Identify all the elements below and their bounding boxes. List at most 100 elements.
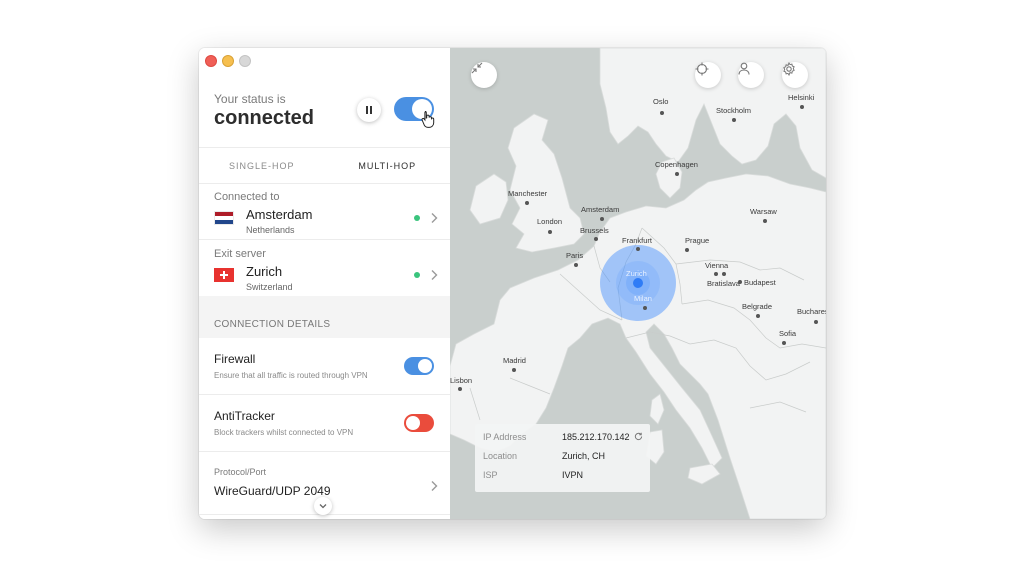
city-dot-frankfurt[interactable] xyxy=(636,247,640,251)
city-dot-budapest[interactable] xyxy=(738,280,742,284)
city-label-warsaw: Warsaw xyxy=(750,207,777,216)
server-status-dot xyxy=(414,272,420,278)
location-value: Zurich, CH xyxy=(562,451,606,461)
firewall-title: Firewall xyxy=(214,352,256,366)
city-dot-sofia[interactable] xyxy=(782,341,786,345)
city-dot-amsterdam[interactable] xyxy=(600,217,604,221)
city-label-oslo: Oslo xyxy=(653,97,669,106)
chevron-right-icon xyxy=(431,481,438,491)
city-label-bucharest: Bucharest xyxy=(797,307,826,316)
protocol-value: WireGuard/UDP 2049 xyxy=(214,484,331,498)
city-dot-brussels[interactable] xyxy=(594,237,598,241)
city-dot-bratislava[interactable] xyxy=(722,272,726,276)
city-dot-milan[interactable] xyxy=(643,306,647,310)
status-label: Your status is xyxy=(214,92,286,106)
city-label-belgrade: Belgrade xyxy=(742,302,773,311)
hop-tabs: SINGLE-HOP MULTI-HOP xyxy=(199,147,450,184)
city-label-zurich: Zurich xyxy=(626,269,647,278)
toggle-knob xyxy=(406,416,420,430)
map-view[interactable]: Oslo Stockholm Helsinki Copenhagen Manch… xyxy=(450,48,826,519)
exit-server-row[interactable]: Exit server Zurich Switzerland xyxy=(199,240,450,297)
pointer-hand-icon xyxy=(421,111,435,128)
antitracker-description: Block trackers whilst connected to VPN xyxy=(214,428,354,437)
exit-server-label: Exit server xyxy=(214,248,266,260)
ip-address-value: 185.212.170.142 xyxy=(562,432,630,442)
city-dot-warsaw[interactable] xyxy=(763,219,767,223)
center-location-button[interactable] xyxy=(695,62,721,88)
city-label-manchester: Manchester xyxy=(508,189,548,198)
switzerland-flag-icon xyxy=(214,268,234,282)
status-block: Your status is connected xyxy=(214,92,314,130)
chevron-right-icon xyxy=(431,213,438,223)
isp-label: ISP xyxy=(483,470,498,480)
chevron-down-icon xyxy=(319,504,327,509)
collapse-arrows-icon xyxy=(471,62,483,74)
gear-icon xyxy=(783,62,795,76)
tab-multi-hop[interactable]: MULTI-HOP xyxy=(325,148,451,183)
exit-server-city: Zurich xyxy=(246,264,283,279)
antitracker-title: AntiTracker xyxy=(214,409,275,423)
city-label-madrid: Madrid xyxy=(503,356,526,365)
firewall-toggle[interactable] xyxy=(404,357,434,375)
city-label-bratislava: Bratislava xyxy=(707,279,740,288)
connection-details-title: CONNECTION DETAILS xyxy=(214,319,331,330)
city-label-amsterdam: Amsterdam xyxy=(581,205,620,214)
entry-server-country: Netherlands xyxy=(246,225,295,235)
refresh-icon[interactable] xyxy=(634,432,643,441)
city-label-copenhagen: Copenhagen xyxy=(655,160,698,169)
user-icon xyxy=(738,62,750,75)
city-dot-bucharest[interactable] xyxy=(814,320,818,324)
antitracker-toggle[interactable] xyxy=(404,414,434,432)
city-label-london: London xyxy=(537,217,563,226)
city-label-budapest: Budapest xyxy=(744,278,776,287)
city-dot-stockholm[interactable] xyxy=(732,118,736,122)
server-status-dot xyxy=(414,215,420,221)
window-controls xyxy=(205,55,251,67)
entry-server-label: Connected to xyxy=(214,191,280,203)
isp-value: IVPN xyxy=(562,470,584,480)
city-dot-copenhagen[interactable] xyxy=(675,172,679,176)
city-label-brussels: Brussels xyxy=(580,226,609,235)
entry-server-row[interactable]: Connected to Amsterdam Netherlands xyxy=(199,183,450,240)
city-label-helsinki: Helsinki xyxy=(788,93,815,102)
chevron-right-icon xyxy=(431,270,438,280)
ip-address-label: IP Address xyxy=(483,432,527,442)
city-label-frankfurt: Frankfurt xyxy=(622,236,653,245)
city-dot-oslo[interactable] xyxy=(660,111,664,115)
location-circle xyxy=(600,245,676,321)
city-dot-prague[interactable] xyxy=(685,248,689,252)
maximize-window-button[interactable] xyxy=(239,55,251,67)
app-window: Your status is connected SINGLE-HOP MULT… xyxy=(199,48,826,519)
minimize-window-button[interactable] xyxy=(222,55,234,67)
city-dot-helsinki[interactable] xyxy=(800,105,804,109)
firewall-description: Ensure that all traffic is routed throug… xyxy=(214,371,368,380)
tab-single-hop[interactable]: SINGLE-HOP xyxy=(199,148,325,183)
collapse-map-button[interactable] xyxy=(471,62,497,88)
pause-icon xyxy=(370,106,372,114)
account-button[interactable] xyxy=(738,62,764,88)
protocol-label: Protocol/Port xyxy=(214,467,267,477)
city-dot-belgrade[interactable] xyxy=(756,314,760,318)
city-label-sofia: Sofia xyxy=(779,329,797,338)
city-dot-manchester[interactable] xyxy=(525,201,529,205)
pause-icon xyxy=(366,106,368,114)
city-label-stockholm: Stockholm xyxy=(716,106,752,115)
city-dot-london[interactable] xyxy=(548,230,552,234)
pause-button[interactable] xyxy=(357,98,381,122)
city-label-paris: Paris xyxy=(566,251,584,260)
location-label: Location xyxy=(483,451,518,461)
city-label-lisbon: Lisbon xyxy=(450,376,473,385)
city-dot-madrid[interactable] xyxy=(512,368,516,372)
settings-button[interactable] xyxy=(782,62,808,88)
crosshair-icon xyxy=(695,62,709,76)
firewall-row: Firewall Ensure that all traffic is rout… xyxy=(199,338,450,395)
connection-info-card: IP Address 185.212.170.142 Location Zuri… xyxy=(475,424,650,492)
scroll-down-button[interactable] xyxy=(314,497,332,515)
left-panel: Your status is connected SINGLE-HOP MULT… xyxy=(199,48,451,519)
city-label-milan: Milan xyxy=(634,294,652,303)
close-window-button[interactable] xyxy=(205,55,217,67)
connection-details-header: CONNECTION DETAILS xyxy=(199,296,450,338)
city-dot-vienna[interactable] xyxy=(714,272,718,276)
city-dot-lisbon[interactable] xyxy=(458,387,462,391)
city-dot-paris[interactable] xyxy=(574,263,578,267)
